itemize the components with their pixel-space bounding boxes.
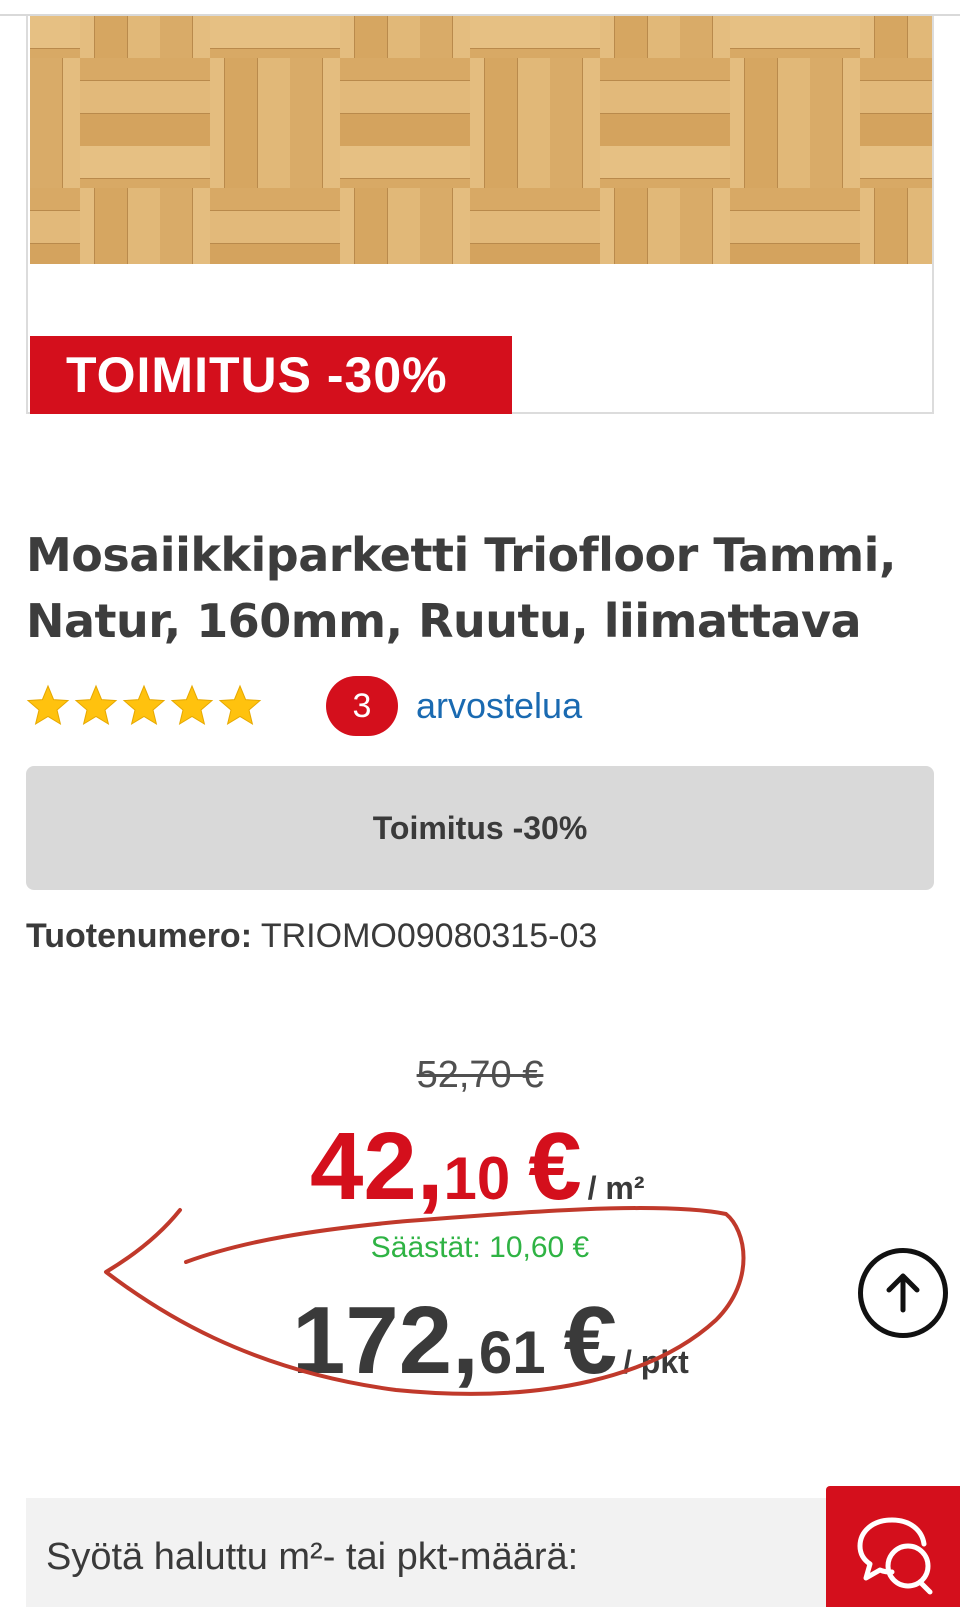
- price-decimals: 10: [443, 1145, 511, 1212]
- review-count-badge[interactable]: 3: [326, 676, 398, 736]
- pkt-price-currency: €: [563, 1287, 617, 1394]
- price-integer: 42,: [310, 1113, 444, 1220]
- chat-bubbles-icon: [857, 1517, 933, 1595]
- parquet-image: [30, 16, 932, 264]
- price-currency: €: [528, 1113, 582, 1220]
- reviews-link[interactable]: arvostelua: [416, 684, 582, 728]
- old-price: 52,70 €: [416, 1054, 544, 1096]
- product-number-value: TRIOMO09080315-03: [260, 917, 598, 955]
- price-per-package: 172,61 € / pkt: [292, 1286, 689, 1408]
- product-image[interactable]: [30, 16, 932, 264]
- price-block: 52,70 € 42,10 € / m² Säästät: 10,60 € 172,…: [0, 1050, 960, 1394]
- quantity-label: Syötä haluttu m²- tai pkt-määrä:: [46, 1536, 579, 1578]
- star-icon: [170, 684, 214, 726]
- quantity-panel: Syötä haluttu m²- tai pkt-määrä:: [26, 1498, 934, 1607]
- price-unit: / m²: [587, 1170, 645, 1206]
- pkt-price-decimals: 61: [478, 1319, 546, 1386]
- chat-button[interactable]: [826, 1486, 960, 1607]
- product-number-label: Tuotenumero:: [26, 917, 253, 955]
- star-rating[interactable]: [26, 684, 276, 728]
- pkt-price-unit: / pkt: [622, 1344, 689, 1380]
- browser-top-edge: [0, 0, 960, 16]
- promo-ribbon: TOIMITUS -30%: [30, 336, 512, 414]
- arrow-up-icon: [886, 1273, 920, 1313]
- product-number: Tuotenumero: TRIOMO09080315-03: [26, 914, 597, 958]
- product-title: Mosaiikkiparketti Triofloor Tammi, Natur…: [26, 528, 896, 648]
- rating-row: 3 arvostelua: [26, 676, 906, 746]
- scroll-to-top-button[interactable]: [858, 1248, 948, 1338]
- product-image-card[interactable]: TOIMITUS -30%: [26, 16, 934, 414]
- delivery-promo-button[interactable]: Toimitus -30%: [26, 766, 934, 890]
- star-icon: [122, 684, 166, 726]
- star-icon: [74, 684, 118, 726]
- star-icon: [218, 684, 262, 726]
- price-per-m2: 42,10 € / m²: [310, 1112, 644, 1234]
- savings-text: Säästät: 10,60 €: [370, 1231, 590, 1264]
- pkt-price-integer: 172,: [292, 1287, 479, 1394]
- star-icon: [26, 684, 70, 726]
